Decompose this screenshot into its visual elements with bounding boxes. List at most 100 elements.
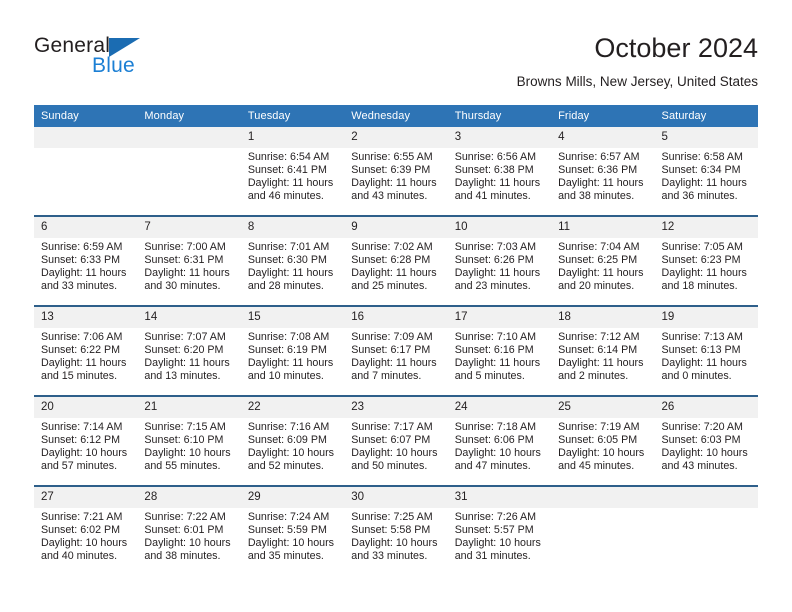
daylight-text-line2: and 28 minutes. [247,280,324,293]
day-details: Sunrise: 7:06 AM Sunset: 6:22 PM Dayligh… [34,328,137,383]
calendar-week-row: 27 Sunrise: 7:21 AM Sunset: 6:02 PM Dayl… [34,485,758,575]
day-cell-2[interactable]: 2 Sunrise: 6:55 AM Sunset: 6:39 PM Dayli… [344,127,448,216]
day-cell-26[interactable]: 26 Sunrise: 7:20 AM Sunset: 6:03 PM Dayl… [654,395,758,486]
sunrise-text: Sunrise: 7:20 AM [661,421,743,433]
day-details: Sunrise: 7:15 AM Sunset: 6:10 PM Dayligh… [137,418,240,473]
day-cell-20[interactable]: 20 Sunrise: 7:14 AM Sunset: 6:12 PM Dayl… [34,395,138,486]
daylight-text-line2: and 38 minutes. [144,550,221,563]
sunrise-text: Sunrise: 7:24 AM [247,511,330,523]
sunrise-text: Sunrise: 7:22 AM [144,511,226,523]
day-cell-16[interactable]: 16 Sunrise: 7:09 AM Sunset: 6:17 PM Dayl… [344,305,448,396]
sunrise-text: Sunrise: 7:03 AM [454,241,537,253]
day-number: 1 [240,127,345,148]
day-cell-15[interactable]: 15 Sunrise: 7:08 AM Sunset: 6:19 PM Dayl… [240,305,345,396]
daylight-text-line1: Daylight: 10 hours [41,447,128,460]
day-number: 4 [551,127,655,148]
sunrise-text: Sunrise: 7:21 AM [41,511,123,523]
day-details: Sunrise: 6:59 AM Sunset: 6:33 PM Dayligh… [34,238,137,293]
day-details: Sunrise: 6:58 AM Sunset: 6:34 PM Dayligh… [655,148,758,203]
day-cell-8[interactable]: 8 Sunrise: 7:01 AM Sunset: 6:30 PM Dayli… [240,215,345,306]
day-cell-6[interactable]: 6 Sunrise: 6:59 AM Sunset: 6:33 PM Dayli… [34,215,138,306]
daylight-text-line2: and 40 minutes. [41,550,118,563]
daylight-text-line2: and 25 minutes. [351,280,428,293]
day-number: 2 [344,127,448,148]
daylight-text-line2: and 10 minutes. [247,370,324,383]
daylight-text-line2: and 38 minutes. [558,190,635,203]
weekday-header-monday: Monday [137,105,241,127]
day-cell-17[interactable]: 17 Sunrise: 7:10 AM Sunset: 6:16 PM Dayl… [447,305,552,396]
daylight-text-line1: Daylight: 10 hours [351,447,438,460]
daylight-text-line2: and 5 minutes. [454,370,525,383]
day-cell-19[interactable]: 19 Sunrise: 7:13 AM Sunset: 6:13 PM Dayl… [654,305,758,396]
day-cell-7[interactable]: 7 Sunrise: 7:00 AM Sunset: 6:31 PM Dayli… [137,215,241,306]
day-cell-22[interactable]: 22 Sunrise: 7:16 AM Sunset: 6:09 PM Dayl… [240,395,345,486]
day-details: Sunrise: 7:17 AM Sunset: 6:07 PM Dayligh… [344,418,447,473]
sunrise-text: Sunrise: 7:16 AM [247,421,330,433]
day-cell-31[interactable]: 31 Sunrise: 7:26 AM Sunset: 5:57 PM Dayl… [447,485,552,575]
sunset-text: Sunset: 6:41 PM [247,164,327,177]
daylight-text-line1: Daylight: 11 hours [454,357,541,370]
day-details: Sunrise: 7:00 AM Sunset: 6:31 PM Dayligh… [137,238,240,293]
day-cell-9[interactable]: 9 Sunrise: 7:02 AM Sunset: 6:28 PM Dayli… [344,215,448,306]
sunrise-text: Sunrise: 7:18 AM [454,421,537,433]
day-cell-11[interactable]: 11 Sunrise: 7:04 AM Sunset: 6:25 PM Dayl… [551,215,655,306]
day-details: Sunrise: 7:19 AM Sunset: 6:05 PM Dayligh… [551,418,654,473]
day-cell-21[interactable]: 21 Sunrise: 7:15 AM Sunset: 6:10 PM Dayl… [137,395,241,486]
daylight-text-line2: and 45 minutes. [558,460,635,473]
day-number: 6 [34,217,138,238]
day-number [34,127,138,148]
day-cell-13[interactable]: 13 Sunrise: 7:06 AM Sunset: 6:22 PM Dayl… [34,305,138,396]
calendar-week-row: 6 Sunrise: 6:59 AM Sunset: 6:33 PM Dayli… [34,215,758,306]
day-cell-12[interactable]: 12 Sunrise: 7:05 AM Sunset: 6:23 PM Dayl… [654,215,758,306]
day-cell-29[interactable]: 29 Sunrise: 7:24 AM Sunset: 5:59 PM Dayl… [240,485,345,575]
daylight-text-line1: Daylight: 11 hours [661,267,747,280]
sunrise-text: Sunrise: 6:54 AM [247,151,330,163]
day-details: Sunrise: 7:04 AM Sunset: 6:25 PM Dayligh… [551,238,654,293]
daylight-text-line2: and 55 minutes. [144,460,221,473]
day-details: Sunrise: 7:03 AM Sunset: 6:26 PM Dayligh… [448,238,551,293]
day-cell-25[interactable]: 25 Sunrise: 7:19 AM Sunset: 6:05 PM Dayl… [551,395,655,486]
day-cell-1[interactable]: 1 Sunrise: 6:54 AM Sunset: 6:41 PM Dayli… [240,127,345,216]
day-cell-5[interactable]: 5 Sunrise: 6:58 AM Sunset: 6:34 PM Dayli… [654,127,758,216]
daylight-text-line2: and 43 minutes. [661,460,738,473]
daylight-text-line2: and 30 minutes. [144,280,221,293]
sunset-text: Sunset: 6:05 PM [558,434,638,447]
day-number: 7 [137,217,241,238]
day-number: 25 [551,397,655,418]
sunset-text: Sunset: 6:39 PM [351,164,431,177]
sunrise-sunset-calendar: Sunday Monday Tuesday Wednesday Thursday… [34,105,758,575]
daylight-text-line1: Daylight: 10 hours [454,447,541,460]
day-number: 20 [34,397,138,418]
day-cell-28[interactable]: 28 Sunrise: 7:22 AM Sunset: 6:01 PM Dayl… [137,485,241,575]
day-cell-18[interactable]: 18 Sunrise: 7:12 AM Sunset: 6:14 PM Dayl… [551,305,655,396]
sunrise-text: Sunrise: 7:14 AM [41,421,123,433]
day-details: Sunrise: 7:20 AM Sunset: 6:03 PM Dayligh… [655,418,758,473]
page-header: General Blue October 2024 Browns Mills, … [0,0,792,100]
day-cell-24[interactable]: 24 Sunrise: 7:18 AM Sunset: 6:06 PM Dayl… [447,395,552,486]
day-cell-10[interactable]: 10 Sunrise: 7:03 AM Sunset: 6:26 PM Dayl… [447,215,552,306]
day-number: 12 [654,217,758,238]
day-cell-3[interactable]: 3 Sunrise: 6:56 AM Sunset: 6:38 PM Dayli… [447,127,552,216]
day-cell-23[interactable]: 23 Sunrise: 7:17 AM Sunset: 6:07 PM Dayl… [344,395,448,486]
daylight-text-line1: Daylight: 11 hours [558,357,644,370]
day-cell-4[interactable]: 4 Sunrise: 6:57 AM Sunset: 6:36 PM Dayli… [551,127,655,216]
day-number: 27 [34,487,138,508]
day-cell-30[interactable]: 30 Sunrise: 7:25 AM Sunset: 5:58 PM Dayl… [344,485,448,575]
daylight-text-line1: Daylight: 11 hours [661,177,747,190]
day-details: Sunrise: 7:25 AM Sunset: 5:58 PM Dayligh… [344,508,447,563]
daylight-text-line1: Daylight: 11 hours [661,357,747,370]
day-cell-empty [34,127,138,216]
sunset-text: Sunset: 6:10 PM [144,434,224,447]
daylight-text-line1: Daylight: 10 hours [247,447,334,460]
sunrise-text: Sunrise: 7:04 AM [558,241,640,253]
daylight-text-line2: and 41 minutes. [454,190,531,203]
day-cell-27[interactable]: 27 Sunrise: 7:21 AM Sunset: 6:02 PM Dayl… [34,485,138,575]
day-details: Sunrise: 7:01 AM Sunset: 6:30 PM Dayligh… [241,238,344,293]
general-blue-logo[interactable]: General Blue [34,34,234,90]
daylight-text-line2: and 33 minutes. [41,280,118,293]
sunset-text: Sunset: 6:02 PM [41,524,121,537]
daylight-text-line2: and 50 minutes. [351,460,428,473]
day-cell-14[interactable]: 14 Sunrise: 7:07 AM Sunset: 6:20 PM Dayl… [137,305,241,396]
day-number [137,127,241,148]
day-number: 15 [240,307,345,328]
